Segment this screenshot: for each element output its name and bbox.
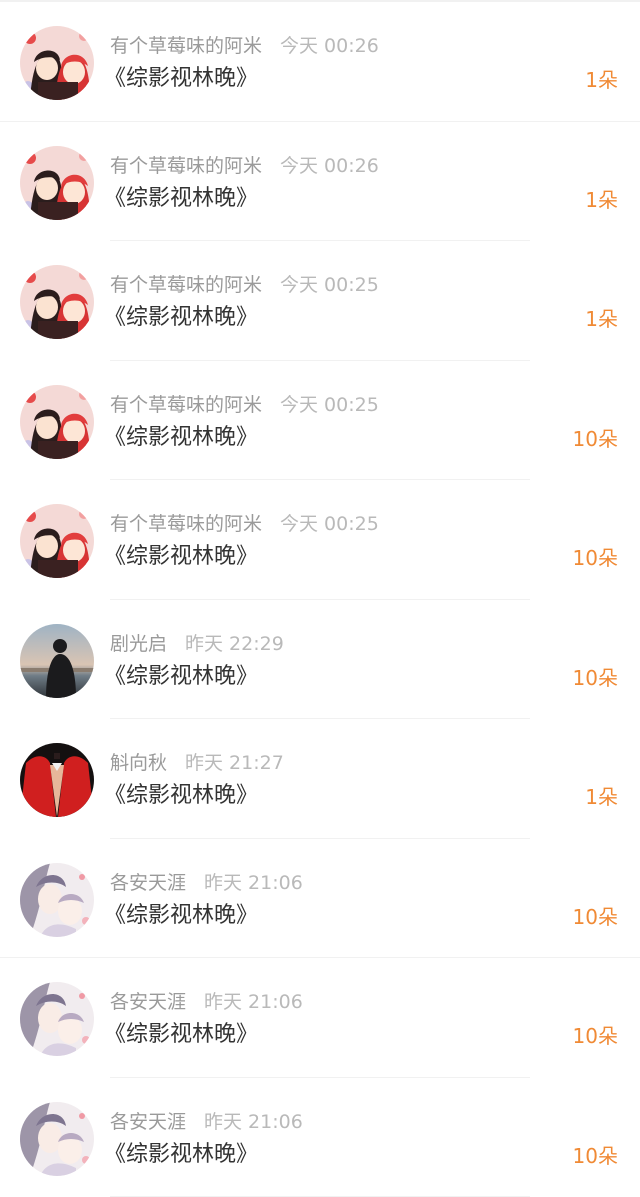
avatar[interactable] (20, 743, 94, 817)
sender-info: 有个草莓味的阿米今天 00:26 (110, 34, 379, 58)
book-title[interactable]: 《综影视林晚》 (104, 185, 258, 213)
book-title[interactable]: 《综影视林晚》 (104, 1021, 258, 1049)
sender-info: 有个草莓味的阿米今天 00:25 (110, 512, 379, 536)
sender-name[interactable]: 有个草莓味的阿米 (110, 394, 262, 416)
gift-record-row[interactable]: 各安天涯昨天 21:06 《综影视林晚》 10朵 (0, 839, 640, 959)
gift-record-row[interactable]: 有个草莓味的阿米今天 00:26 《综影视林晚》 1朵 (0, 2, 640, 122)
avatar[interactable] (20, 863, 94, 937)
avatar[interactable] (20, 982, 94, 1056)
sender-info: 各安天涯昨天 21:06 (110, 1110, 303, 1134)
sender-name[interactable]: 有个草莓味的阿米 (110, 513, 262, 535)
book-title[interactable]: 《综影视林晚》 (104, 65, 258, 93)
sender-name[interactable]: 有个草莓味的阿米 (110, 35, 262, 57)
book-title[interactable]: 《综影视林晚》 (104, 1141, 258, 1169)
gift-record-row[interactable]: 剧光启昨天 22:29 《综影视林晚》 10朵 (0, 600, 640, 720)
gift-record-row[interactable]: 有个草莓味的阿米今天 00:25 《综影视林晚》 10朵 (0, 361, 640, 481)
gift-record-row[interactable]: 斛向秋昨天 21:27 《综影视林晚》 1朵 (0, 719, 640, 839)
sender-name[interactable]: 斛向秋 (110, 752, 167, 774)
gift-amount: 10朵 (573, 546, 618, 570)
avatar[interactable] (20, 26, 94, 100)
avatar[interactable] (20, 385, 94, 459)
sender-name[interactable]: 各安天涯 (110, 991, 186, 1013)
gift-amount: 1朵 (585, 188, 618, 212)
sender-info: 有个草莓味的阿米今天 00:26 (110, 154, 379, 178)
book-title[interactable]: 《综影视林晚》 (104, 902, 258, 930)
sender-name[interactable]: 剧光启 (110, 633, 167, 655)
gift-record-row[interactable]: 各安天涯昨天 21:06 《综影视林晚》 10朵 (0, 958, 640, 1078)
timestamp: 昨天 22:29 (185, 633, 284, 655)
gift-amount: 1朵 (585, 68, 618, 92)
timestamp: 今天 00:25 (280, 394, 379, 416)
avatar[interactable] (20, 504, 94, 578)
book-title[interactable]: 《综影视林晚》 (104, 663, 258, 691)
gift-amount: 10朵 (573, 1144, 618, 1168)
book-title[interactable]: 《综影视林晚》 (104, 543, 258, 571)
sender-name[interactable]: 各安天涯 (110, 872, 186, 894)
gift-amount: 10朵 (573, 1024, 618, 1048)
timestamp: 今天 00:26 (280, 35, 379, 57)
gift-amount: 1朵 (585, 785, 618, 809)
sender-name[interactable]: 有个草莓味的阿米 (110, 155, 262, 177)
gift-record-row[interactable]: 有个草莓味的阿米今天 00:25 《综影视林晚》 10朵 (0, 480, 640, 600)
timestamp: 今天 00:25 (280, 274, 379, 296)
timestamp: 昨天 21:06 (204, 872, 303, 894)
timestamp: 昨天 21:27 (185, 752, 284, 774)
gift-record-row[interactable]: 有个草莓味的阿米今天 00:26 《综影视林晚》 1朵 (0, 122, 640, 242)
sender-info: 有个草莓味的阿米今天 00:25 (110, 393, 379, 417)
gift-amount: 1朵 (585, 307, 618, 331)
book-title[interactable]: 《综影视林晚》 (104, 424, 258, 452)
sender-info: 有个草莓味的阿米今天 00:25 (110, 273, 379, 297)
sender-name[interactable]: 各安天涯 (110, 1111, 186, 1133)
gift-amount: 10朵 (573, 905, 618, 929)
timestamp: 今天 00:26 (280, 155, 379, 177)
sender-name[interactable]: 有个草莓味的阿米 (110, 274, 262, 296)
sender-info: 斛向秋昨天 21:27 (110, 751, 284, 775)
book-title[interactable]: 《综影视林晚》 (104, 782, 258, 810)
gift-amount: 10朵 (573, 427, 618, 451)
gift-record-row[interactable]: 有个草莓味的阿米今天 00:25 《综影视林晚》 1朵 (0, 241, 640, 361)
timestamp: 昨天 21:06 (204, 1111, 303, 1133)
sender-info: 剧光启昨天 22:29 (110, 632, 284, 656)
book-title[interactable]: 《综影视林晚》 (104, 304, 258, 332)
avatar[interactable] (20, 624, 94, 698)
gift-amount: 10朵 (573, 666, 618, 690)
sender-info: 各安天涯昨天 21:06 (110, 871, 303, 895)
avatar[interactable] (20, 1102, 94, 1176)
gift-list: 有个草莓味的阿米今天 00:26《综影视林晚》1朵 有个草莓味的阿米今天 00:… (0, 2, 640, 1197)
avatar[interactable] (20, 265, 94, 339)
timestamp: 昨天 21:06 (204, 991, 303, 1013)
gift-record-row[interactable]: 各安天涯昨天 21:06 《综影视林晚》 10朵 (0, 1078, 640, 1197)
timestamp: 今天 00:25 (280, 513, 379, 535)
sender-info: 各安天涯昨天 21:06 (110, 990, 303, 1014)
avatar[interactable] (20, 146, 94, 220)
